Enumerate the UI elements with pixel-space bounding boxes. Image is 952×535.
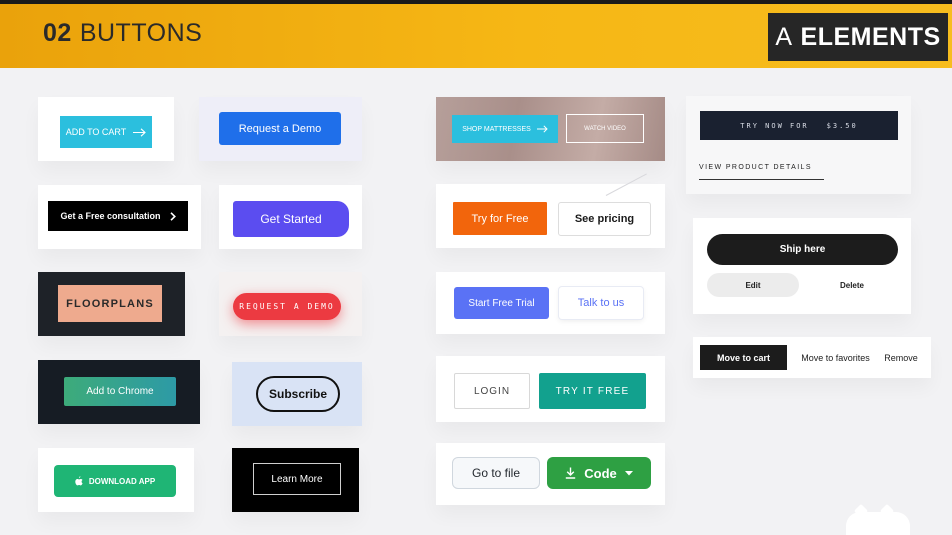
download-app-button[interactable]: DOWNLOAD APP [54, 465, 176, 497]
try-now-label: TRY NOW FOR [740, 121, 809, 130]
request-demo-button[interactable]: Request a Demo [219, 112, 341, 145]
request-a-demo-pill-button[interactable]: REQUEST A DEMO [233, 293, 341, 320]
arrow-right-icon [536, 125, 548, 133]
caret-down-icon [624, 470, 633, 476]
download-app-label: DOWNLOAD APP [88, 476, 156, 486]
brand-badge-prefix: A [775, 23, 793, 51]
go-to-file-button[interactable]: Go to file [452, 457, 540, 489]
add-to-cart-label: ADD TO CART [65, 127, 127, 137]
login-button[interactable]: LOGIN [454, 373, 530, 409]
section-number: 02 [43, 19, 72, 47]
chevron-right-icon [169, 211, 176, 221]
try-for-free-button[interactable]: Try for Free [453, 202, 547, 235]
download-icon [565, 467, 576, 479]
see-pricing-button[interactable]: See pricing [558, 202, 651, 236]
code-button[interactable]: Code [547, 457, 651, 489]
subscribe-button[interactable]: Subscribe [256, 376, 340, 412]
try-now-price: $3.50 [826, 121, 858, 130]
watermark-ear-left [853, 503, 869, 519]
add-to-chrome-button[interactable]: Add to Chrome [64, 377, 176, 406]
try-it-free-button[interactable]: TRY IT FREE [539, 373, 646, 409]
watermark-mascot [846, 503, 910, 535]
try-now-button[interactable]: TRY NOW FOR $3.50 [700, 111, 898, 140]
shop-mattresses-button[interactable]: SHOP MATTRESSES [452, 115, 558, 143]
edit-button[interactable]: Edit [707, 273, 799, 297]
move-to-cart-button[interactable]: Move to cart [700, 345, 787, 370]
free-consultation-label: Get a Free consultation [60, 211, 161, 221]
delete-button[interactable]: Delete [806, 273, 898, 297]
apple-icon [75, 476, 83, 486]
get-started-button[interactable]: Get Started [233, 201, 349, 237]
watch-video-button[interactable]: WATCH VIDEO [566, 114, 644, 143]
add-to-cart-button[interactable]: ADD TO CART [60, 116, 152, 148]
talk-to-us-button[interactable]: Talk to us [559, 287, 643, 319]
remove-button[interactable]: Remove [880, 345, 922, 370]
brand-badge-label: ELEMENTS [800, 23, 941, 51]
slide-header: 02 BUTTONS A ELEMENTS [0, 4, 952, 68]
start-free-trial-button[interactable]: Start Free Trial [454, 287, 549, 319]
watermark-ear-right [879, 503, 895, 519]
shop-mattresses-label: SHOP MATTRESSES [462, 125, 531, 133]
brand-badge: A ELEMENTS [768, 13, 948, 61]
free-consultation-button[interactable]: Get a Free consultation [48, 201, 188, 231]
view-product-details-link[interactable]: VIEW PRODUCT DETAILS [699, 164, 824, 180]
section-title: BUTTONS [79, 19, 203, 47]
ship-here-button[interactable]: Ship here [707, 234, 898, 265]
floorplans-button[interactable]: FLOORPLANS [58, 285, 162, 322]
arrow-right-icon [133, 127, 147, 137]
code-label: Code [584, 465, 617, 481]
learn-more-button[interactable]: Learn More [253, 463, 341, 495]
card-ship-here [693, 218, 911, 314]
page-title: 02 BUTTONS [43, 19, 202, 48]
move-to-favorites-button[interactable]: Move to favorites [793, 345, 878, 370]
